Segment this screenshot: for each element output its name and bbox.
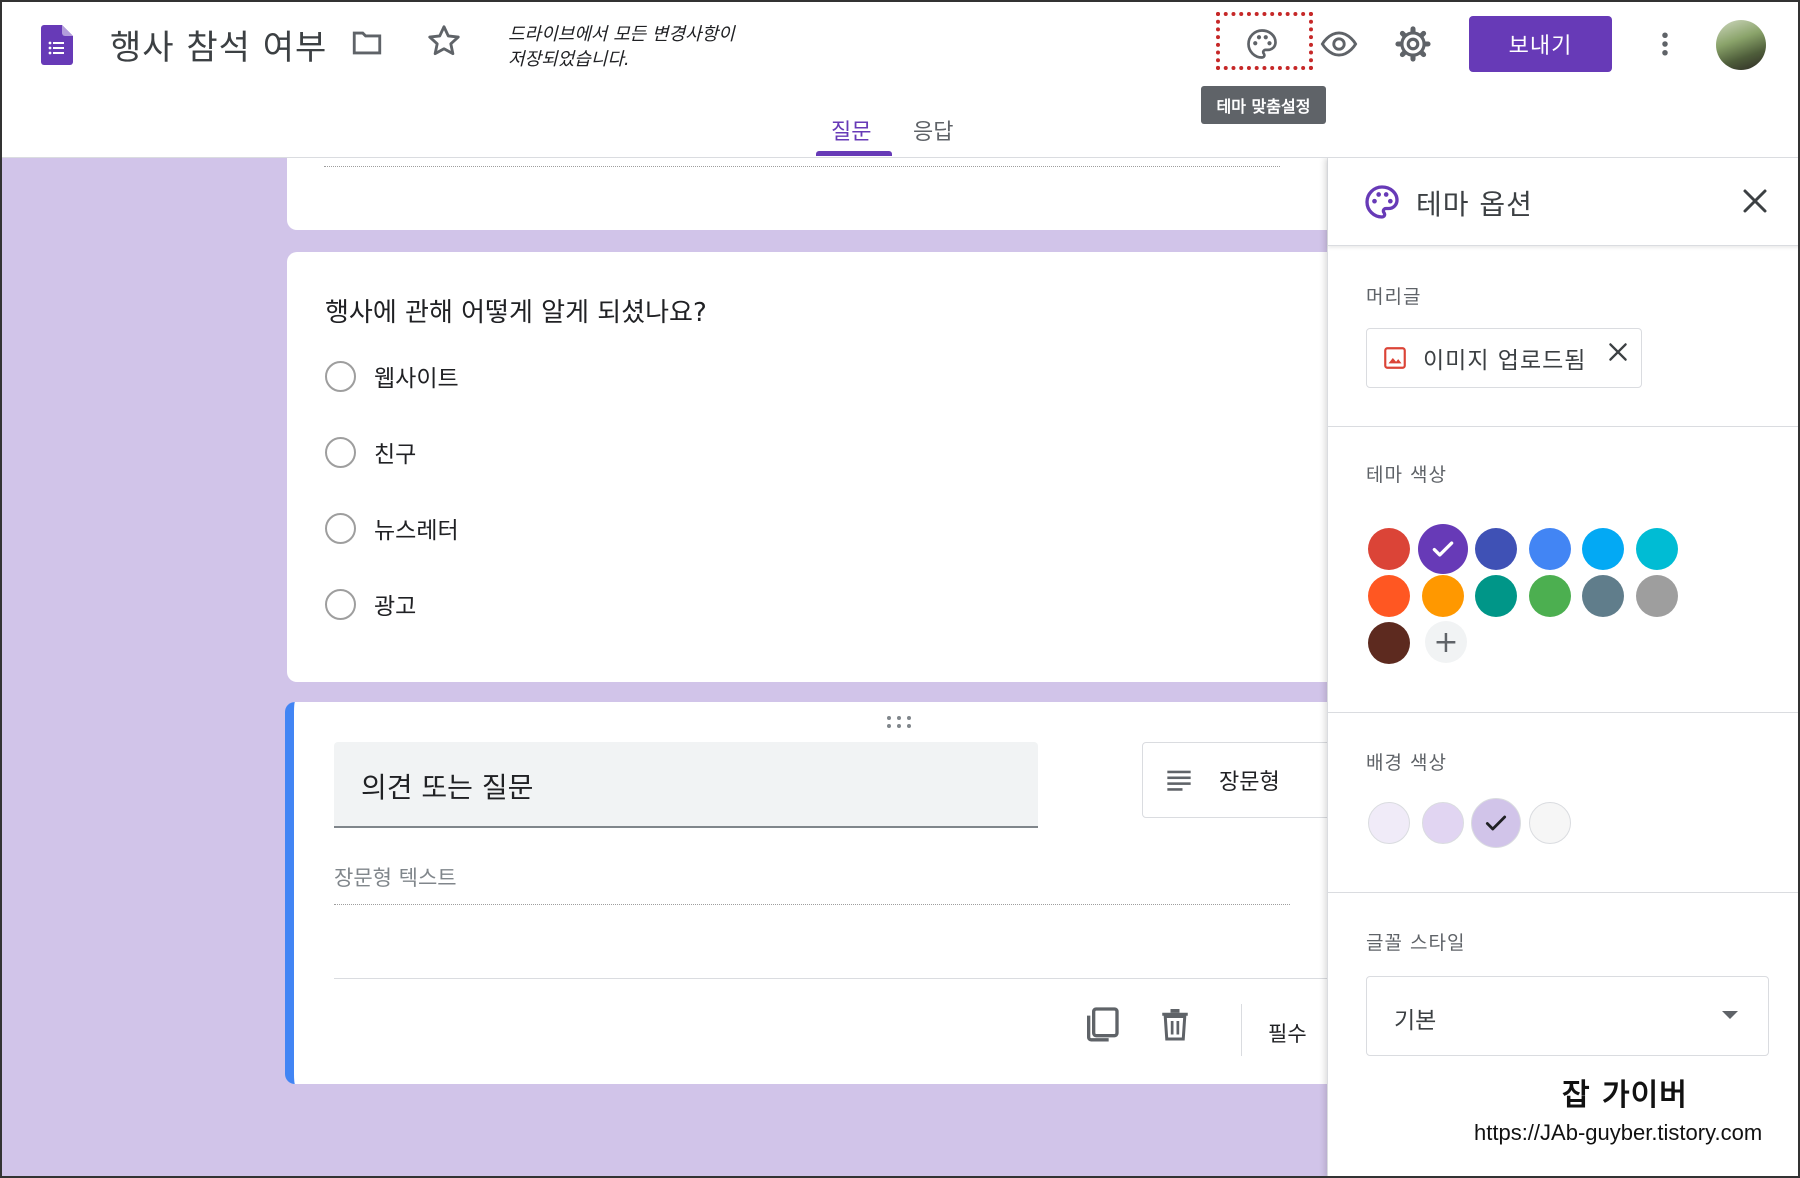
header-section-label: 머리글 (1366, 286, 1422, 308)
answer-underline (324, 166, 1280, 167)
option-label: 뉴스레터 (374, 518, 459, 544)
theme-color-swatch[interactable] (1582, 528, 1624, 570)
question-type-label: 장문형 (1219, 770, 1280, 795)
theme-tooltip: 테마 맞춤설정 (1201, 86, 1326, 124)
question-title: 행사에 관해 어떻게 알게 되셨나요? (325, 298, 707, 328)
star-icon[interactable] (425, 22, 463, 60)
theme-color-swatch[interactable] (1368, 528, 1410, 570)
active-tab-indicator (816, 151, 892, 156)
folder-icon[interactable] (350, 26, 384, 60)
customize-theme-button[interactable] (1236, 18, 1288, 70)
theme-color-swatch[interactable] (1475, 575, 1517, 617)
close-icon (1743, 189, 1767, 213)
header-image-chip[interactable]: 이미지 업로드됨 (1366, 328, 1642, 388)
theme-color-swatch[interactable] (1635, 575, 1678, 617)
theme-color-swatch[interactable] (1417, 524, 1468, 574)
add-custom-color-button[interactable]: + (1425, 621, 1467, 663)
save-status: 드라이브에서 모든 변경사항이 저장되었습니다. (508, 24, 735, 70)
header-image-label: 이미지 업로드됨 (1423, 348, 1587, 374)
remove-header-image-icon[interactable] (1605, 339, 1631, 365)
option-item[interactable]: 친구 (325, 432, 416, 472)
radio-icon[interactable] (325, 512, 356, 544)
tab-responses[interactable]: 응답 (913, 114, 953, 146)
theme-color-label: 테마 색상 (1366, 464, 1447, 486)
section-divider (1328, 712, 1800, 713)
check-icon (1432, 541, 1453, 557)
settings-button[interactable] (1387, 18, 1439, 70)
option-label: 친구 (374, 442, 417, 468)
theme-color-swatch[interactable] (1368, 575, 1410, 617)
theme-color-swatch[interactable] (1475, 528, 1517, 570)
radio-icon[interactable] (325, 436, 356, 468)
answer-underline (334, 904, 1290, 905)
theme-color-swatch[interactable] (1582, 575, 1624, 617)
section-divider (1328, 892, 1800, 893)
watermark-name: 잡 가이버 (1562, 1078, 1688, 1113)
long-answer-placeholder: 장문형 텍스트 (334, 866, 457, 890)
tab-questions[interactable]: 질문 (831, 114, 871, 146)
option-item[interactable]: 뉴스레터 (325, 508, 459, 548)
option-item[interactable]: 웹사이트 (325, 356, 459, 396)
dropdown-arrow-icon (1722, 1011, 1738, 1019)
background-color-label: 배경 색상 (1366, 752, 1447, 774)
option-item[interactable]: 광고 (325, 584, 416, 624)
radio-icon[interactable] (325, 360, 356, 392)
image-icon (1384, 347, 1406, 369)
close-panel-button[interactable] (1732, 178, 1778, 224)
palette-icon (1247, 29, 1277, 59)
drag-handle-icon[interactable] (884, 714, 914, 730)
editing-question-card[interactable]: 의견 또는 질문 장문형 장문형 텍스트 필수 (285, 702, 1352, 1084)
theme-color-swatch[interactable] (1368, 622, 1410, 664)
app-header: 행사 참석 여부 드라이브에서 모든 변경사항이 저장되었습니다. 보내기 질문… (0, 0, 1800, 158)
panel-title: 테마 옵션 (1416, 188, 1533, 221)
card-footer-divider (334, 978, 1344, 979)
send-button[interactable]: 보내기 (1469, 16, 1612, 72)
preview-button[interactable] (1313, 18, 1365, 70)
theme-color-swatch[interactable] (1528, 528, 1571, 570)
font-style-value: 기본 (1394, 1008, 1437, 1034)
trash-icon[interactable] (1157, 1004, 1193, 1044)
check-icon (1485, 815, 1507, 831)
more-options-button[interactable] (1639, 18, 1691, 70)
required-toggle-label[interactable]: 필수 (1268, 1018, 1307, 1048)
radio-icon[interactable] (325, 588, 356, 620)
background-color-swatch[interactable] (1528, 802, 1571, 844)
question-text-value: 의견 또는 질문 (361, 771, 534, 804)
multiple-choice-question-card[interactable]: 행사에 관해 어떻게 알게 되셨나요? 웹사이트 친구 뉴스레터 광고 (287, 252, 1337, 682)
theme-color-swatch[interactable] (1421, 575, 1464, 617)
question-type-dropdown[interactable]: 장문형 (1142, 742, 1352, 818)
background-color-swatch[interactable] (1421, 802, 1464, 844)
option-label: 광고 (374, 594, 417, 620)
google-forms-icon[interactable] (41, 25, 73, 65)
theme-color-swatch[interactable] (1528, 575, 1571, 617)
account-avatar[interactable] (1716, 20, 1766, 70)
palette-icon (1365, 185, 1399, 219)
gear-icon (1395, 26, 1431, 62)
watermark-url: https://JAb-guyber.tistory.com (1474, 1120, 1763, 1145)
duplicate-icon[interactable] (1082, 1002, 1122, 1046)
background-color-swatch[interactable] (1471, 798, 1521, 848)
theme-options-panel: 테마 옵션 머리글 이미지 업로드됨 테마 색상 + 배경 색상 글꼴 스타일 … (1327, 158, 1800, 1178)
theme-color-swatch[interactable] (1635, 528, 1678, 570)
section-divider (1328, 426, 1800, 427)
panel-header: 테마 옵션 (1328, 158, 1800, 246)
footer-vertical-divider (1241, 1004, 1242, 1056)
paragraph-icon (1167, 770, 1191, 791)
font-style-dropdown[interactable]: 기본 (1366, 976, 1769, 1056)
more-vert-icon (1662, 32, 1668, 56)
document-title[interactable]: 행사 참석 여부 (110, 20, 327, 69)
eye-icon (1320, 31, 1358, 57)
option-label: 웹사이트 (374, 366, 459, 392)
question-text-input[interactable]: 의견 또는 질문 (334, 742, 1038, 828)
font-style-label: 글꼴 스타일 (1366, 932, 1466, 954)
background-color-swatch[interactable] (1368, 802, 1410, 844)
